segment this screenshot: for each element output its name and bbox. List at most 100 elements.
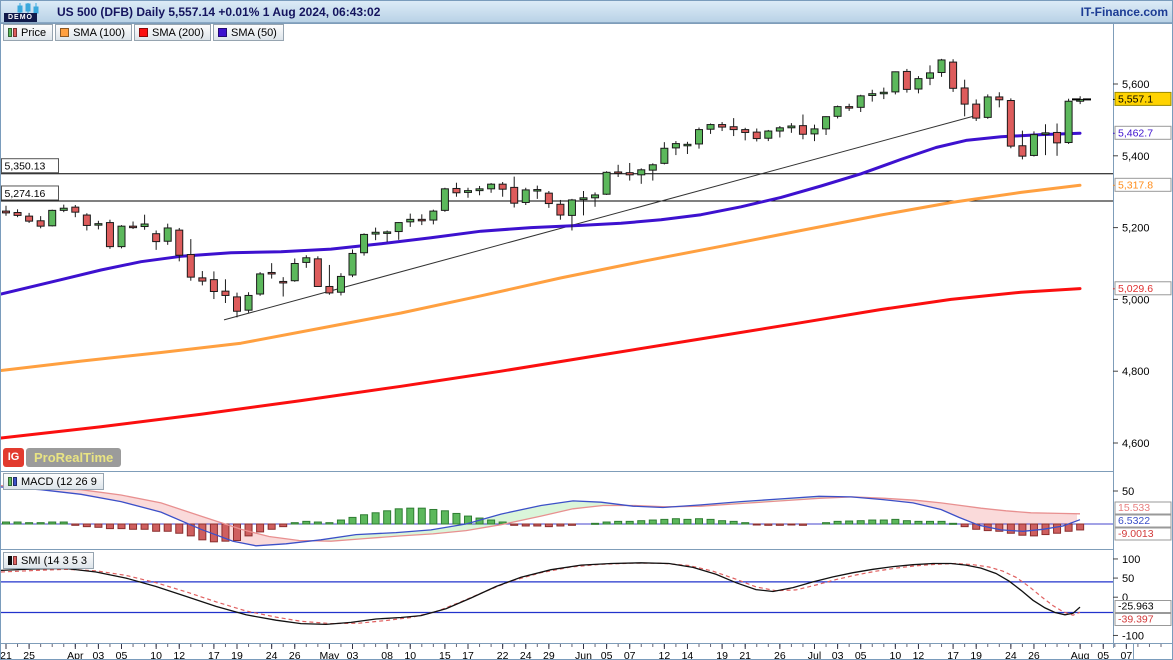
svg-text:14: 14 — [682, 650, 694, 660]
svg-text:05: 05 — [1097, 650, 1109, 660]
legend-chip-price[interactable]: Price — [3, 24, 53, 41]
candle-body — [3, 211, 10, 213]
svg-text:17: 17 — [462, 650, 474, 660]
candle-body — [534, 190, 541, 192]
macd-hist-bar — [834, 521, 841, 524]
candle-body — [903, 71, 910, 89]
macd-hist-bar — [857, 521, 864, 524]
candle-body — [499, 184, 506, 189]
macd-hist-bar — [603, 522, 610, 524]
svg-text:08: 08 — [381, 650, 393, 660]
candle-body — [996, 97, 1003, 100]
macd-hist-bar — [395, 509, 402, 524]
legend-chip-sma100[interactable]: SMA (100) — [55, 24, 132, 41]
macd-hist-bar — [846, 521, 853, 524]
macd-hist-bar — [26, 523, 33, 524]
candle-body — [37, 221, 44, 226]
prorealtime-watermark: IG ProRealTime — [3, 447, 121, 468]
macd-hist-bar — [545, 524, 552, 527]
candle-body — [950, 62, 957, 88]
candle-body — [465, 191, 472, 193]
smi-legend-row: SMI (14 3 5 3 — [3, 552, 94, 569]
svg-text:26: 26 — [289, 650, 301, 660]
svg-text:4,800: 4,800 — [1122, 366, 1150, 378]
it-finance-link[interactable]: IT-Finance.com — [1081, 5, 1168, 19]
candle-body — [303, 258, 310, 263]
svg-text:12: 12 — [173, 650, 185, 660]
svg-text:26: 26 — [1028, 650, 1040, 660]
chart-svg: 5,350.135,274.165,6005,4005,2005,0004,80… — [1, 1, 1173, 660]
macd-hist-bar — [83, 524, 90, 527]
price-axis: 5,6005,4005,2005,0004,8004,6005,557.15,4… — [1113, 79, 1171, 450]
candle-body — [268, 272, 275, 274]
level-labels: 5,350.135,274.16 — [2, 159, 59, 200]
candle-body — [615, 172, 622, 174]
svg-text:07: 07 — [624, 650, 636, 660]
legend-chip-sma50[interactable]: SMA (50) — [213, 24, 284, 41]
candle-body — [592, 195, 599, 198]
svg-text:17: 17 — [208, 650, 220, 660]
svg-text:-39.397: -39.397 — [1118, 614, 1154, 626]
macd-hist-bar — [869, 520, 876, 524]
candle-body — [742, 130, 749, 133]
svg-text:17: 17 — [947, 650, 959, 660]
svg-text:5,200: 5,200 — [1122, 223, 1150, 235]
legend-chip-sma200[interactable]: SMA (200) — [134, 24, 211, 41]
legend-chip-smi[interactable]: SMI (14 3 5 3 — [3, 552, 94, 569]
candle-body — [730, 127, 737, 130]
candle-body — [488, 184, 495, 189]
candle-body — [72, 207, 79, 212]
candle-body — [1030, 135, 1037, 156]
svg-text:5,317.8: 5,317.8 — [1118, 179, 1153, 191]
smi-axis: 100500-100-25.963-39.397 — [1113, 554, 1171, 643]
macd-hist-bar — [72, 524, 79, 525]
svg-text:-9.0013: -9.0013 — [1118, 528, 1154, 540]
macd-hist-bar — [776, 524, 783, 525]
candle-body — [326, 286, 333, 292]
candle-body — [257, 274, 264, 294]
svg-text:24: 24 — [266, 650, 278, 660]
svg-text:5,350.13: 5,350.13 — [5, 161, 46, 173]
macd-hist-bar — [915, 521, 922, 524]
macd-hist-bar — [118, 524, 125, 529]
svg-text:5,557.1: 5,557.1 — [1118, 93, 1153, 105]
candle-body — [927, 73, 934, 78]
price-candles-icon — [8, 28, 17, 37]
candle-body — [1007, 101, 1014, 147]
candle-body — [776, 128, 783, 131]
candle-body — [60, 208, 67, 210]
macd-hist-bar — [707, 519, 714, 524]
macd-hist-bar — [337, 520, 344, 524]
svg-text:5,029.6: 5,029.6 — [1118, 283, 1153, 295]
macd-hist-bar — [557, 524, 564, 526]
svg-text:Apr: Apr — [67, 650, 84, 660]
candle-body — [176, 230, 183, 255]
svg-text:19: 19 — [231, 650, 243, 660]
macd-hist-bar — [615, 521, 622, 524]
candles — [3, 59, 1084, 317]
candle-body — [696, 130, 703, 144]
legend-chip-macd[interactable]: MACD (12 26 9 — [3, 473, 104, 490]
legend-chip-smi-label: SMI (14 3 5 3 — [21, 555, 87, 567]
sma100-swatch-icon — [60, 28, 69, 37]
macd-panel — [1, 486, 1113, 546]
candle-body — [811, 129, 818, 134]
macd-hist-bar — [1019, 524, 1026, 535]
macd-hist-bar — [291, 523, 298, 524]
candle-body — [407, 219, 414, 222]
svg-text:03: 03 — [347, 650, 359, 660]
candle-body — [141, 224, 148, 227]
sma100-line — [1, 185, 1080, 370]
candle-body — [1042, 133, 1049, 135]
title-bar: DEMO US 500 (DFB) Daily 5,557.14 +0.01% … — [1, 1, 1173, 23]
svg-text:12: 12 — [659, 650, 671, 660]
candle-body — [915, 79, 922, 89]
candle-body — [164, 228, 171, 241]
svg-text:5,400: 5,400 — [1122, 151, 1150, 163]
macd-hist-bar — [719, 521, 726, 524]
macd-icon — [8, 477, 17, 486]
candle-body — [210, 280, 217, 292]
macd-hist-bar — [568, 524, 575, 525]
candle-body — [603, 172, 610, 194]
prorealtime-logo: ProRealTime — [26, 448, 121, 467]
